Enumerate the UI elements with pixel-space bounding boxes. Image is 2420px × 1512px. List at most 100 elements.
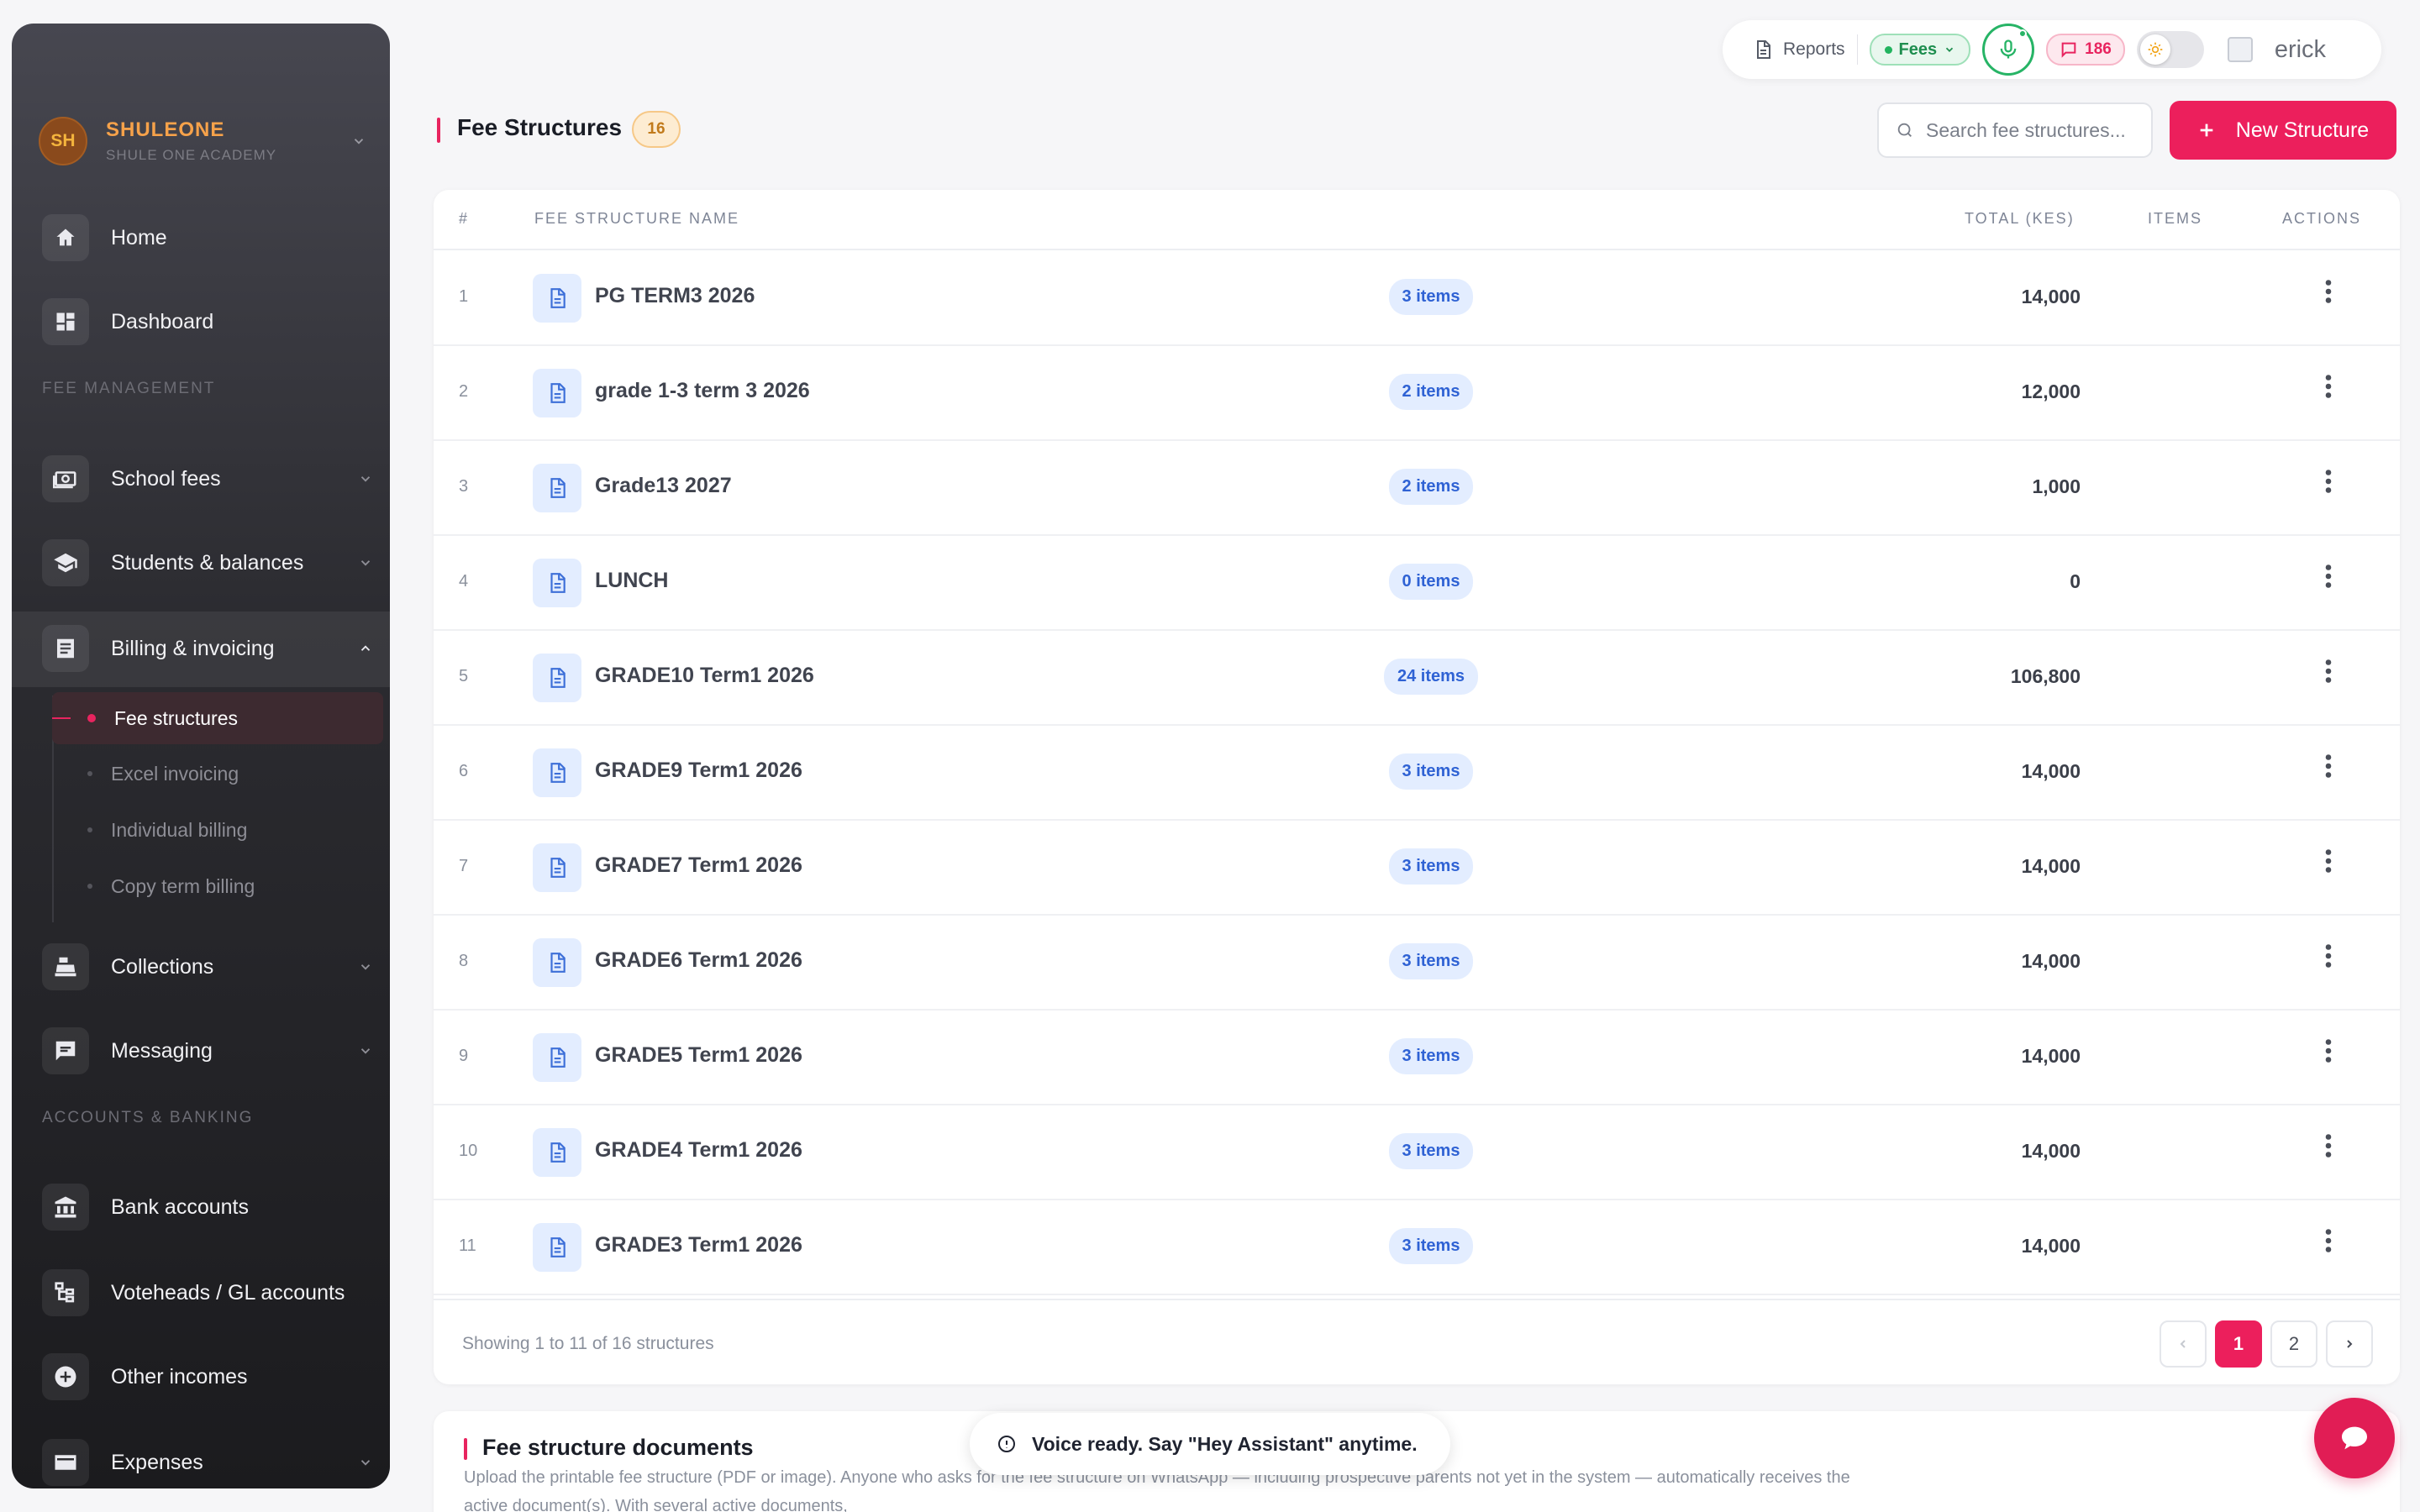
structure-name[interactable]: GRADE3 Term1 2026 (595, 1233, 802, 1257)
table-row[interactable]: 3 Grade13 2027 1,000 2 items (434, 440, 2400, 536)
more-actions-button[interactable] (2316, 469, 2341, 494)
document-icon (533, 559, 581, 607)
sidebar-item-school-fees[interactable]: School fees (42, 448, 378, 510)
sidebar-item-bank-accounts[interactable]: Bank accounts (42, 1176, 378, 1238)
structure-total: 106,800 (2010, 665, 2081, 687)
table-header: # FEE STRUCTURE NAME TOTAL (KES) ITEMS A… (434, 190, 2400, 250)
row-number: 11 (459, 1236, 476, 1255)
page-title: Fee Structures (457, 114, 623, 140)
submenu-item-excel-invoicing[interactable]: Excel invoicing (52, 748, 371, 800)
brand-subtitle: SHULE ONE ACADEMY (106, 147, 277, 163)
bullet-icon (87, 771, 92, 776)
brand-switcher[interactable]: SH SHULEONE SHULE ONE ACADEMY (39, 91, 366, 192)
tree-icon (42, 1269, 89, 1316)
previous-page-button[interactable] (2160, 1320, 2207, 1368)
more-actions-button[interactable] (2316, 564, 2341, 589)
table-row[interactable]: 1 PG TERM3 2026 14,000 3 items (434, 250, 2400, 346)
document-icon (1753, 39, 1773, 60)
structure-name[interactable]: GRADE7 Term1 2026 (595, 853, 802, 878)
more-actions-button[interactable] (2316, 943, 2341, 969)
more-actions-button[interactable] (2316, 1038, 2341, 1063)
structure-name[interactable]: GRADE4 Term1 2026 (595, 1138, 802, 1163)
structure-name[interactable]: grade 1-3 term 3 2026 (595, 379, 810, 403)
module-selector[interactable]: Fees (1869, 34, 1971, 66)
submenu-item-copy-term-billing[interactable]: Copy term billing (52, 860, 371, 912)
structure-name[interactable]: GRADE10 Term1 2026 (595, 664, 814, 688)
messages-button[interactable]: 186 (2046, 34, 2125, 66)
sidebar-item-dashboard[interactable]: Dashboard (42, 291, 378, 353)
more-actions-button[interactable] (2316, 753, 2341, 779)
section-heading-accounts-banking: ACCOUNTS & BANKING (42, 1109, 254, 1126)
chevron-down-icon (358, 959, 373, 974)
sidebar-item-voteheads-gl[interactable]: Voteheads / GL accounts (42, 1262, 378, 1324)
structure-name[interactable]: Grade13 2027 (595, 474, 732, 498)
table-row[interactable]: 8 GRADE6 Term1 2026 14,000 3 items (434, 915, 2400, 1011)
sidebar-item-label: Students & balances (111, 550, 304, 575)
more-actions-button[interactable] (2316, 374, 2341, 399)
page-button-1[interactable]: 1 (2215, 1320, 2262, 1368)
new-structure-label: New Structure (2235, 118, 2370, 142)
table-row[interactable]: 5 GRADE10 Term1 2026 106,800 24 items (434, 630, 2400, 726)
module-label: Fees (1898, 39, 1938, 59)
search-input[interactable]: Search fee structures... (1877, 102, 2153, 158)
row-number: 4 (459, 572, 469, 591)
chat-button[interactable] (2314, 1398, 2395, 1478)
structure-name[interactable]: GRADE5 Term1 2026 (595, 1043, 802, 1068)
plus-icon (2197, 121, 2216, 139)
sidebar-item-billing-invoicing[interactable]: Billing & invoicing (42, 617, 378, 680)
structure-name[interactable]: PG TERM3 2026 (595, 284, 755, 308)
sidebar-item-label: Dashboard (111, 309, 214, 333)
sidebar-item-other-incomes[interactable]: Other incomes (42, 1346, 378, 1408)
sidebar-item-collections[interactable]: Collections (42, 936, 378, 998)
document-icon (533, 369, 581, 417)
sidebar-item-label: Billing & invoicing (111, 636, 275, 660)
pagination-summary: Showing 1 to 11 of 16 structures (462, 1334, 714, 1353)
table-row[interactable]: 2 grade 1-3 term 3 2026 12,000 2 items (434, 345, 2400, 441)
table-row[interactable]: 4 LUNCH 0 0 items (434, 535, 2400, 631)
more-actions-button[interactable] (2316, 659, 2341, 684)
row-number: 8 (459, 952, 469, 970)
items-badge: 0 items (1388, 564, 1474, 600)
dashboard-icon (42, 298, 89, 345)
more-actions-button[interactable] (2316, 848, 2341, 874)
items-cell: 0 items (1385, 564, 1477, 600)
more-actions-button[interactable] (2316, 1228, 2341, 1253)
page-button-2[interactable]: 2 (2270, 1320, 2317, 1368)
sidebar-item-label: Other incomes (111, 1364, 248, 1389)
structure-name[interactable]: GRADE9 Term1 2026 (595, 759, 802, 783)
chevron-down-icon (351, 134, 366, 149)
voice-assistant-button[interactable] (1982, 24, 2035, 76)
home-icon (42, 214, 89, 261)
theme-toggle[interactable] (2136, 31, 2204, 68)
table-row[interactable]: 6 GRADE9 Term1 2026 14,000 3 items (434, 725, 2400, 821)
structure-total: 1,000 (2032, 475, 2081, 497)
row-number: 6 (459, 762, 469, 780)
submenu-item-fee-structures[interactable]: Fee structures (52, 692, 383, 744)
table-row[interactable]: 9 GRADE5 Term1 2026 14,000 3 items (434, 1010, 2400, 1105)
sidebar-item-home[interactable]: Home (42, 207, 378, 269)
reports-label: Reports (1783, 39, 1845, 59)
next-page-button[interactable] (2326, 1320, 2373, 1368)
more-actions-button[interactable] (2316, 1133, 2341, 1158)
new-structure-button[interactable]: New Structure (2170, 101, 2396, 160)
sidebar-item-expenses[interactable]: Expenses (42, 1431, 378, 1488)
table-row[interactable]: 10 GRADE4 Term1 2026 14,000 3 items (434, 1105, 2400, 1200)
sidebar-item-messaging[interactable]: Messaging (42, 1020, 378, 1082)
table-row[interactable]: 11 GRADE3 Term1 2026 14,000 3 items (434, 1200, 2400, 1295)
submenu-item-individual-billing[interactable]: Individual billing (52, 804, 371, 856)
structure-name[interactable]: LUNCH (595, 569, 669, 593)
document-icon (533, 1223, 581, 1272)
items-cell: 3 items (1385, 1133, 1477, 1169)
sidebar-item-students-balances[interactable]: Students & balances (42, 532, 378, 594)
kebab-menu-icon (2325, 1039, 2332, 1063)
structure-name[interactable]: GRADE6 Term1 2026 (595, 948, 802, 973)
user-menu[interactable]: erick (2227, 35, 2327, 64)
reports-button[interactable]: Reports (1753, 39, 1845, 60)
document-icon (533, 843, 581, 892)
more-actions-button[interactable] (2316, 279, 2341, 304)
sun-icon (2139, 34, 2170, 65)
user-name: erick (2274, 35, 2327, 63)
card-icon (42, 1439, 89, 1486)
table-row[interactable]: 7 GRADE7 Term1 2026 14,000 3 items (434, 820, 2400, 916)
section-heading-fee-management: FEE MANAGEMENT (42, 380, 216, 397)
